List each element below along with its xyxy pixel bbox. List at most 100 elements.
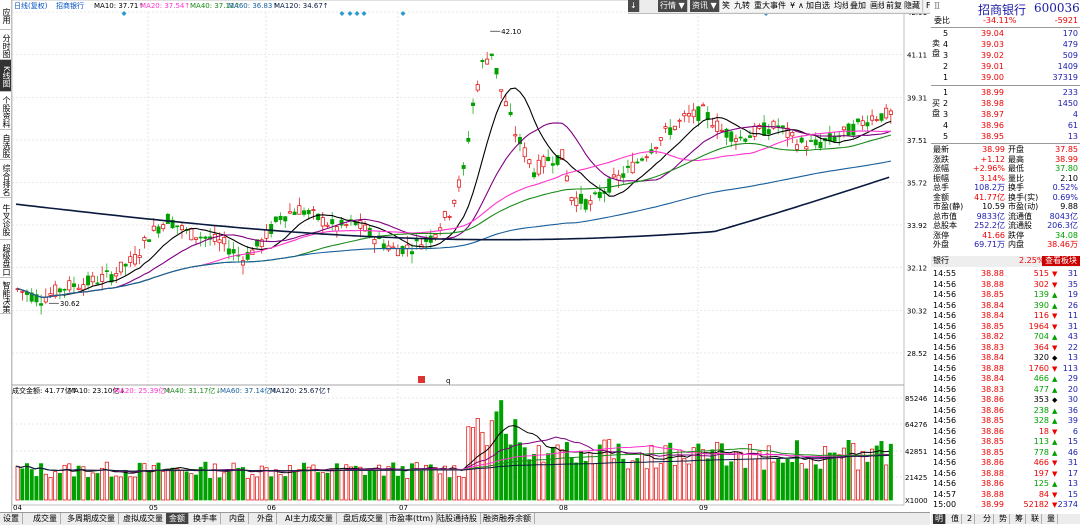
bottom-tab-0[interactable]: 设置 [0, 513, 23, 524]
kline-chart-svg[interactable]: 42.9141.1139.3137.5135.7233.9232.1230.32… [11, 0, 930, 512]
candle-body [179, 225, 184, 231]
volume-bar [325, 472, 330, 501]
candle-body [677, 119, 682, 122]
volume-bar [194, 474, 199, 501]
volume-bar [269, 476, 274, 501]
candle-body [691, 109, 696, 118]
kline-chart-area[interactable]: 42.9141.1139.3137.5135.7233.9232.1230.32… [11, 0, 930, 512]
candle-body [701, 104, 706, 107]
stat-value: 0.52% [1052, 183, 1078, 192]
toolbar-item-0[interactable]: ↓ [628, 0, 640, 12]
candle-body [513, 134, 518, 137]
tick-volume: 139 [1033, 290, 1049, 299]
right-tab-3[interactable]: 分 [981, 514, 994, 524]
bottom-tab-10[interactable]: 市盈率(ttm) [386, 513, 438, 524]
close-panel-icon[interactable] [418, 376, 425, 383]
stat-label: 最低 [1008, 164, 1024, 173]
toolbar-item-8[interactable]: 加自选 [804, 0, 833, 12]
right-tab-5[interactable]: 筹 [1013, 514, 1026, 524]
volume-bar [363, 474, 368, 501]
candle-body [536, 159, 541, 175]
sector-change: 2.25% [1019, 256, 1045, 265]
kline-header-period: 日线(复权) [14, 1, 48, 10]
tick-direction-icon: ▲ [1052, 301, 1058, 310]
candle-body [762, 122, 767, 136]
volume-bar [372, 469, 377, 501]
bottom-tab-2[interactable]: 多周期成交量 [64, 513, 119, 524]
left-tab-1[interactable]: 分时图 [0, 30, 11, 60]
stat-value: 252.2亿 [974, 221, 1005, 230]
right-tab-6[interactable]: 联 [1029, 514, 1042, 524]
tick-row: 14:56 38.86 353 ◆ 30 [931, 395, 1080, 405]
left-tab-8[interactable]: 智能决策 [0, 278, 11, 314]
volume-bar [503, 433, 508, 501]
tick-direction-icon: ▼ [1052, 312, 1058, 320]
candle-body [827, 133, 832, 142]
left-tab-2[interactable]: K线图 [0, 60, 11, 92]
toolbar-item-4[interactable]: 九转 [732, 0, 753, 12]
tick-time: 14:56 [933, 416, 957, 425]
volume-bar [874, 445, 879, 501]
right-tab-2[interactable]: 2 [965, 514, 976, 524]
volume-bar [367, 470, 372, 501]
volume-bar [527, 459, 532, 501]
bottom-tab-6[interactable]: 内盘 [226, 513, 249, 524]
left-tab-4[interactable]: 自选股 [0, 130, 11, 160]
volume-bar [616, 443, 621, 501]
left-tab-6[interactable]: 牛叉诊股 [0, 198, 11, 240]
volume-bar [316, 472, 321, 501]
left-tab-0[interactable]: 应用 [0, 0, 11, 30]
weibi-label: 委比 [934, 16, 950, 25]
candle-body [67, 280, 72, 291]
menu-icon[interactable]: Ⅱ [934, 2, 940, 12]
candle-body [302, 210, 307, 215]
price-tick-label: 39.31 [907, 94, 927, 102]
candle-body [20, 290, 25, 293]
toolbar-item-10[interactable]: 叠加 [848, 0, 869, 12]
bottom-tab-5[interactable]: 换手率 [190, 513, 221, 524]
candle-body [358, 220, 363, 229]
right-tab-4[interactable]: 势 [997, 514, 1010, 524]
bottom-tab-7[interactable]: 外盘 [254, 513, 277, 524]
right-tab-7[interactable]: 量 [1045, 514, 1058, 524]
tick-volume: 704 [1033, 332, 1049, 341]
candle-body [635, 161, 640, 164]
price-tick-label: 32.12 [907, 265, 927, 273]
volume-bar [480, 431, 485, 501]
bottom-tab-11[interactable]: 陆股通持股 [434, 513, 481, 524]
sector-button[interactable]: 查看板块 [1042, 256, 1080, 266]
toolbar-item-2[interactable]: 资讯 ▼ [690, 0, 720, 12]
stat-label: 换手 [1008, 183, 1024, 192]
toolbar-item-5[interactable]: 重大事件 [752, 0, 789, 12]
volume-bar [517, 442, 522, 501]
bottom-tab-9[interactable]: 盘后成交量 [340, 513, 387, 524]
left-tab-3[interactable]: 个股资料 [0, 92, 11, 130]
tick-direction-icon: ▲ [1052, 375, 1058, 383]
tick-price: 38.99 [981, 500, 1004, 509]
kline-header-name: 招商银行 [56, 1, 84, 10]
toolbar-item-13[interactable]: 隐藏 [902, 0, 923, 12]
tick-time: 14:56 [933, 426, 957, 436]
candle-body [846, 123, 851, 136]
stat-value: 38.46万 [1047, 240, 1078, 249]
left-tab-7[interactable]: 超级盘口 [0, 240, 11, 278]
bottom-tab-3[interactable]: 虚拟成交量 [120, 513, 167, 524]
bottom-tab-4[interactable]: 金额 [166, 513, 189, 524]
tick-direction-icon: ◆ [1052, 354, 1058, 362]
tick-direction-icon: ▲ [1052, 480, 1058, 488]
right-tab-1[interactable]: 值 [949, 514, 962, 524]
stat-label: 振幅 [933, 173, 949, 183]
tick-direction-icon: ▲ [1052, 333, 1058, 341]
month-label: 08 [559, 504, 568, 512]
tick-count: 19 [1067, 290, 1078, 299]
candle-body [494, 67, 499, 75]
candle-body [780, 125, 785, 128]
right-tab-0[interactable]: 明 [933, 514, 946, 524]
tick-volume: 320 [1033, 353, 1049, 362]
left-tab-5[interactable]: 综合排名 [0, 160, 11, 198]
bottom-tab-12[interactable]: 融资融券余额 [480, 513, 535, 524]
toolbar-item-1[interactable]: 行情 ▼ [658, 0, 688, 12]
bottom-tab-1[interactable]: 成交量 [30, 513, 61, 524]
candle-body [593, 192, 598, 195]
bottom-tab-8[interactable]: AI主力成交量 [282, 513, 337, 524]
